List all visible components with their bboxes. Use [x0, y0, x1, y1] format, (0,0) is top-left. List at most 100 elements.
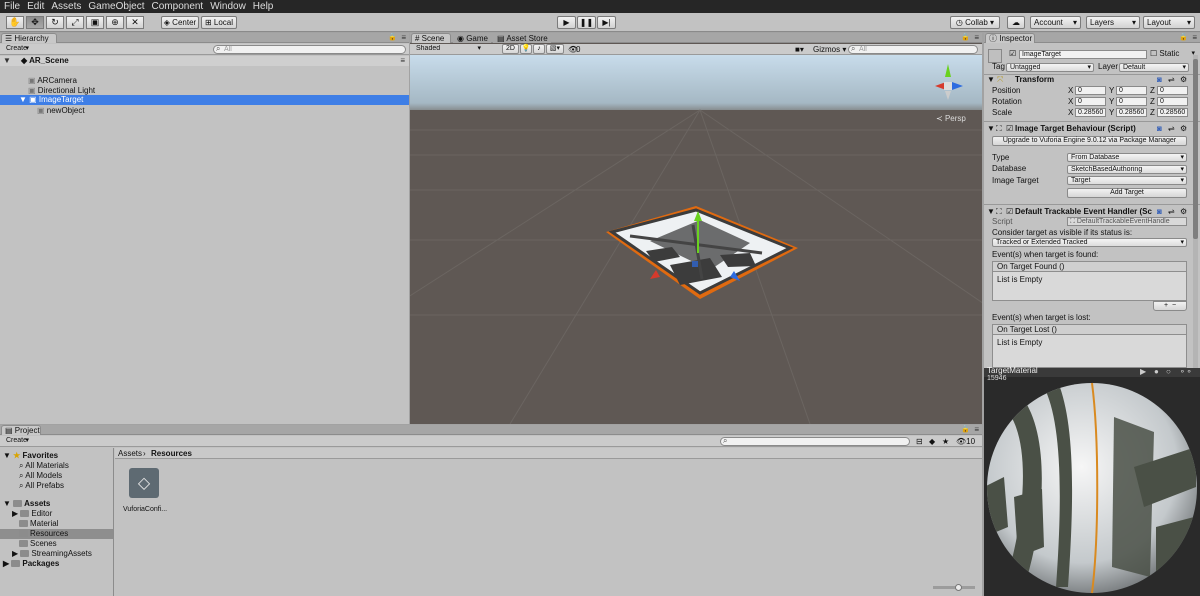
tab-scene[interactable]: # Scene [411, 33, 451, 43]
menu-help[interactable]: Help [253, 1, 274, 12]
rect-icon[interactable]: ▣ [86, 16, 104, 29]
hierarchy-create-dropdown[interactable]: Create [3, 45, 31, 54]
folder-material[interactable]: Material [19, 519, 58, 528]
favorite-all-prefabs[interactable]: ⌕ All Prefabs [19, 481, 64, 490]
lock-icon[interactable]: 🔒 [1179, 33, 1188, 42]
lighting-icon[interactable]: 💡 [520, 44, 532, 54]
hierarchy-item-imagetarget[interactable]: ▼ ▣ ImageTarget [0, 95, 409, 105]
position-x-field[interactable]: 0 [1075, 86, 1106, 95]
help-icon[interactable]: ◙ [1157, 124, 1162, 133]
expand-arrow-icon[interactable]: ▼ [3, 56, 11, 65]
layer-dropdown[interactable]: Default [1119, 63, 1189, 72]
tab-hierarchy[interactable]: ☰ Hierarchy [1, 33, 57, 43]
account-dropdown[interactable]: Account ▾ [1030, 16, 1081, 29]
settings-icon[interactable]: ⚙ [1180, 124, 1187, 133]
transform-fold-icon[interactable]: ▼ [987, 75, 995, 84]
add-target-button[interactable]: Add Target [1067, 188, 1187, 198]
breadcrumb-resources[interactable]: Resources [151, 449, 192, 458]
panel-menu-icon[interactable]: ≡ [974, 33, 979, 42]
scale-z-field[interactable]: 0.28560 [1157, 108, 1188, 117]
hand-icon[interactable]: ✋ [6, 16, 24, 29]
effects-icon[interactable]: ▧▾ [546, 44, 564, 54]
menu-edit[interactable]: Edit [27, 1, 44, 12]
search-by-type-icon[interactable]: ⊟ [916, 437, 923, 446]
search-by-label-icon[interactable]: ◆ [929, 437, 935, 446]
custom-tool-icon[interactable]: ✕ [126, 16, 144, 29]
favorite-all-materials[interactable]: ⌕ All Materials [19, 461, 69, 470]
help-icon[interactable]: ◙ [1157, 207, 1162, 216]
tag-dropdown[interactable]: Untagged [1006, 63, 1094, 72]
scene-viewport[interactable]: ≺ Persp [410, 55, 982, 424]
preset-icon[interactable]: ⇌ [1168, 207, 1175, 216]
scene-root-row[interactable]: ▼ ◆ AR_Scene ≡ [0, 56, 409, 66]
play-icon[interactable]: ▶ [557, 16, 576, 29]
assets-row[interactable]: ▼ Assets [3, 499, 50, 508]
pivot-local-button[interactable]: ⊞ Local [201, 16, 237, 29]
audio-icon[interactable]: ♪ [533, 44, 545, 54]
collab-dropdown[interactable]: ◷ Collab ▾ [950, 16, 1000, 29]
favorite-icon[interactable]: ★ [942, 437, 949, 446]
scene-menu-icon[interactable]: ≡ [400, 56, 405, 65]
menu-gameobject[interactable]: GameObject [88, 1, 144, 12]
object-name-field[interactable]: ImageTarget [1019, 50, 1147, 59]
layout-dropdown[interactable]: Layout ▾ [1143, 16, 1195, 29]
folder-scenes[interactable]: Scenes [19, 539, 57, 548]
hierarchy-item-arcamera[interactable]: ▣ ARCamera [28, 76, 77, 85]
preview-light-icon[interactable]: ○ [1166, 367, 1171, 376]
help-icon[interactable]: ◙ [1157, 75, 1162, 84]
move-icon[interactable]: ✥ [26, 16, 44, 29]
unity-asset-icon[interactable]: ◇ [129, 468, 159, 498]
scrollbar-thumb[interactable] [1193, 59, 1198, 239]
scale-y-field[interactable]: 0.28560 [1116, 108, 1147, 117]
pause-icon[interactable]: ❚❚ [577, 16, 596, 29]
static-checkbox[interactable]: ☐ Static [1150, 49, 1179, 58]
step-icon[interactable]: ▶| [597, 16, 616, 29]
hierarchy-item-newobject[interactable]: ▣ newObject [37, 106, 85, 115]
preset-icon[interactable]: ⇌ [1168, 75, 1175, 84]
camera-icon[interactable]: ■▾ [795, 45, 804, 54]
hidden-packages-icon[interactable]: 👁10 [956, 437, 975, 446]
preview-options-icon[interactable]: ⚬⚬ [1179, 367, 1192, 376]
inspector-scrollbar[interactable] [1193, 55, 1198, 368]
image-target-dropdown[interactable]: Target [1067, 176, 1187, 185]
project-search-input[interactable] [720, 437, 910, 446]
preset-icon[interactable]: ⇌ [1168, 124, 1175, 133]
position-y-field[interactable]: 0 [1116, 86, 1147, 95]
rotation-z-field[interactable]: 0 [1157, 97, 1188, 106]
image-target-enabled-checkbox[interactable]: ☑ [1006, 124, 1013, 133]
layers-dropdown[interactable]: Layers ▾ [1086, 16, 1140, 29]
rotation-x-field[interactable]: 0 [1075, 97, 1106, 106]
preview-sphere-icon[interactable]: ● [1154, 367, 1159, 376]
packages-row[interactable]: ▶ Packages [3, 559, 59, 568]
upgrade-vuforia-button[interactable]: Upgrade to Vuforia Engine 9.0.12 via Pac… [992, 136, 1187, 146]
scene-search-input[interactable]: All [848, 45, 978, 54]
gizmos-dropdown[interactable]: Gizmos ▾ [813, 45, 846, 54]
tab-game[interactable]: ◉ Game [453, 33, 491, 43]
transform-icon[interactable]: ⊕ [106, 16, 124, 29]
favorites-row[interactable]: ▼ ★ Favorites [3, 451, 58, 460]
rotate-icon[interactable]: ↻ [46, 16, 64, 29]
cloud-icon[interactable]: ☁ [1007, 16, 1025, 29]
lock-icon[interactable]: 🔒 [961, 425, 970, 434]
scale-icon[interactable]: ⤢ [66, 16, 84, 29]
panel-menu-icon[interactable]: ≡ [401, 33, 406, 42]
material-sphere-preview[interactable] [984, 377, 1200, 596]
lock-icon[interactable]: 🔒 [388, 33, 397, 42]
project-create-dropdown[interactable]: Create [3, 437, 31, 446]
panel-menu-icon[interactable]: ≡ [1192, 33, 1197, 42]
database-dropdown[interactable]: SketchBasedAuthoring [1067, 165, 1187, 174]
event-handler-enabled-checkbox[interactable]: ☑ [1006, 207, 1013, 216]
menu-assets[interactable]: Assets [51, 1, 81, 12]
shading-mode-dropdown[interactable]: Shaded [413, 45, 483, 54]
status-dropdown[interactable]: Tracked or Extended Tracked [992, 238, 1187, 247]
expand-arrow-icon[interactable]: ▼ [19, 95, 29, 104]
image-target-fold-icon[interactable]: ▼ [987, 124, 995, 133]
zoom-slider[interactable] [933, 584, 975, 591]
preview-play-icon[interactable]: ▶ [1140, 367, 1146, 376]
tab-asset-store[interactable]: ▤ Asset Store [493, 33, 551, 43]
favorite-all-models[interactable]: ⌕ All Models [19, 471, 62, 480]
lock-icon[interactable]: 🔒 [961, 33, 970, 42]
type-dropdown[interactable]: From Database [1067, 153, 1187, 162]
tab-project[interactable]: ▤ Project [1, 425, 41, 435]
tab-inspector[interactable]: ⓘ Inspector [985, 33, 1035, 43]
